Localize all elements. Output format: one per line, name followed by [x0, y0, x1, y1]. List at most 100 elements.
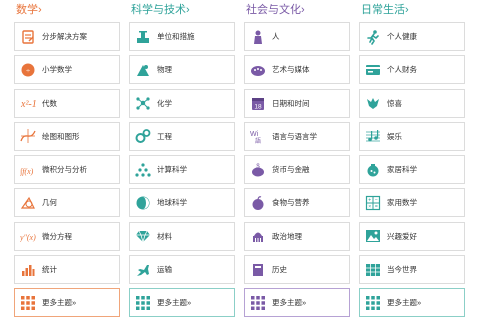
tile-plotting[interactable]: 绘图和图形	[14, 121, 120, 151]
tile-label: 人	[272, 32, 280, 41]
tile-geometry[interactable]: 几何	[14, 188, 120, 218]
grid-icon	[365, 295, 381, 311]
tile-label: 工程	[157, 131, 172, 141]
tile-label: 当今世界	[387, 265, 417, 275]
tile-chemistry[interactable]: 化学	[129, 88, 235, 118]
gears-icon	[135, 128, 151, 144]
tile-money-finance[interactable]: $ 货币与金融	[244, 155, 350, 185]
tile-label: 绘图和图形	[42, 131, 80, 141]
svg-text:Wi: Wi	[250, 131, 259, 138]
tile-history[interactable]: 历史	[244, 255, 350, 285]
tile-earth-sciences[interactable]: 地球科学	[129, 188, 235, 218]
tile-hobbies[interactable]: 兴趣爱好	[359, 221, 465, 251]
more-topics-button[interactable]: 更多主题»	[359, 288, 465, 318]
notepad-icon	[20, 29, 36, 45]
tile-label: 兴趣爱好	[387, 231, 417, 241]
tile-elementary-math[interactable]: ÷ 小学数学	[14, 55, 120, 85]
molecule-icon	[135, 95, 151, 111]
tile-label: 统计	[42, 265, 57, 275]
tile-units[interactable]: 单位和措施	[129, 22, 235, 51]
column-title-science[interactable]: 科学与技术›	[129, 0, 235, 22]
tile-label: 微分方程	[42, 231, 72, 241]
bird-icon	[365, 95, 381, 111]
tile-entertainment[interactable]: 娱乐	[359, 121, 465, 151]
person-icon	[250, 29, 266, 45]
svg-text:÷: ÷	[26, 68, 30, 75]
tile-household-math[interactable]: + − × = 家用数学	[359, 188, 465, 218]
svg-text:y″(x): y″(x)	[20, 233, 36, 242]
home-science-icon	[365, 162, 381, 178]
more-topics-button[interactable]: 更多主题»	[244, 288, 350, 318]
column-title-society[interactable]: 社会与文化›	[244, 0, 350, 22]
tile-statistics[interactable]: 统计	[14, 255, 120, 285]
tile-label: 个人健康	[387, 32, 417, 41]
calculator-icon: ÷	[20, 62, 36, 78]
tile-people[interactable]: 人	[244, 22, 350, 51]
tile-computational-sciences[interactable]: 计算科学	[129, 155, 235, 185]
svg-text:×: ×	[368, 204, 371, 210]
column-everyday-life: 日常生活› 个人健康 个人财务 惊喜 娱乐 家居科学 + − × = 家用数学 兴趣爱…	[359, 0, 465, 322]
physics-icon	[135, 62, 151, 78]
tile-food-nutrition[interactable]: 食物与营养	[244, 188, 350, 218]
book-icon	[250, 262, 266, 278]
capitol-icon	[250, 228, 266, 244]
tile-label: 娱乐	[387, 131, 402, 141]
tile-surprises[interactable]: 惊喜	[359, 88, 465, 118]
runner-icon	[365, 29, 381, 45]
tile-label: 计算科学	[157, 165, 187, 175]
tile-personal-health[interactable]: 个人健康	[359, 22, 465, 51]
more-topics-label: 更多主题»	[157, 298, 192, 308]
tile-algebra[interactable]: x²-1 代数	[14, 88, 120, 118]
more-topics-button[interactable]: 更多主题»	[14, 288, 120, 318]
palette-icon	[250, 62, 266, 78]
tile-differential-equations[interactable]: y″(x) 微分方程	[14, 221, 120, 251]
more-topics-label: 更多主题»	[42, 298, 77, 308]
grid-icon	[20, 295, 36, 311]
tile-label: 运输	[157, 265, 172, 275]
tile-arts-media[interactable]: 艺术与媒体	[244, 55, 350, 85]
tile-words-linguistics[interactable]: Wi 語 语言与语言学	[244, 121, 350, 151]
tile-transportation[interactable]: 运输	[129, 255, 235, 285]
card-icon	[365, 62, 381, 78]
graph-icon	[20, 128, 36, 144]
earth-icon	[135, 195, 151, 211]
tile-materials[interactable]: 材料	[129, 221, 235, 251]
house-math-icon: + − × =	[365, 195, 381, 211]
tile-label: 食物与营养	[272, 198, 310, 208]
tile-physics[interactable]: 物理	[129, 55, 235, 85]
algebra-icon: x²-1	[20, 95, 36, 111]
svg-text:18: 18	[254, 104, 262, 111]
more-topics-label: 更多主题»	[272, 298, 307, 308]
tile-political-geography[interactable]: 政治地理	[244, 221, 350, 251]
tile-dates-times[interactable]: 18 日期和时间	[244, 88, 350, 118]
tile-label: 地球科学	[157, 198, 187, 208]
tile-step-by-step[interactable]: 分步解决方案	[14, 22, 120, 51]
tile-personal-finance[interactable]: 个人财务	[359, 55, 465, 85]
tile-label: 家居科学	[387, 165, 417, 175]
topic-grid: 数学› 分步解决方案 ÷ 小学数学 x²-1 代数 绘图和图形 ∫f(x) 微积…	[0, 0, 488, 335]
column-science: 科学与技术› 单位和措施 物理 化学 工程 计算科学 地球科学 材料 运输 更多…	[129, 0, 235, 322]
more-topics-button[interactable]: 更多主题»	[129, 288, 235, 318]
scale-icon	[135, 29, 151, 45]
tile-label: 日期和时间	[272, 98, 310, 108]
column-title-math[interactable]: 数学›	[14, 0, 120, 22]
music-icon	[365, 128, 381, 144]
tile-engineering[interactable]: 工程	[129, 121, 235, 151]
tile-label: 微积分与分析	[42, 165, 87, 175]
tile-label: 物理	[157, 65, 172, 75]
tile-label: 几何	[42, 198, 57, 208]
diamond-icon	[135, 228, 151, 244]
tile-label: 语言与语言学	[272, 131, 317, 141]
derivative-icon: y″(x)	[20, 228, 36, 244]
tile-label: 材料	[157, 231, 172, 241]
picture-icon	[365, 228, 381, 244]
svg-text:語: 語	[255, 137, 261, 144]
column-society: 社会与文化› 人 艺术与媒体 18 日期和时间 Wi 語 语言与语言学 $ 货币与…	[244, 0, 350, 322]
world-icon	[365, 262, 381, 278]
tile-calculus[interactable]: ∫f(x) 微积分与分析	[14, 155, 120, 185]
tile-household-science[interactable]: 家居科学	[359, 155, 465, 185]
tile-label: 小学数学	[42, 65, 72, 75]
tile-today-world[interactable]: 当今世界	[359, 255, 465, 285]
column-title-everyday-life[interactable]: 日常生活›	[359, 0, 465, 22]
tile-label: 化学	[157, 98, 172, 108]
